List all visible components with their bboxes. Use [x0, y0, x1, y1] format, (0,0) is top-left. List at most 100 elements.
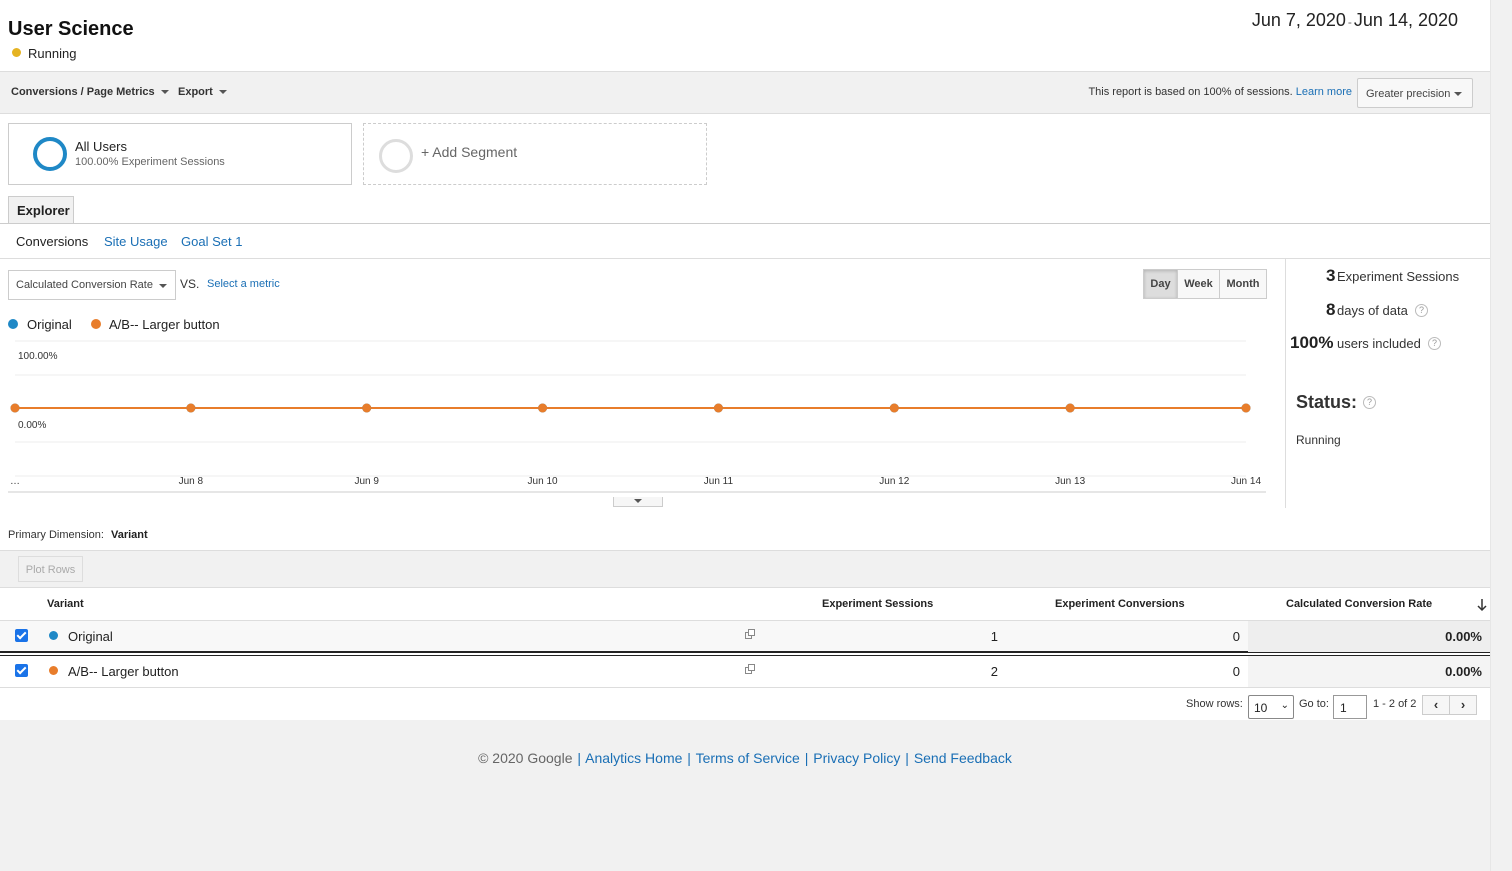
help-icon[interactable]: ? [1363, 396, 1376, 409]
data-point [538, 403, 548, 413]
x-tick-label: Jun 12 [879, 476, 909, 487]
days-count: 8 [1326, 300, 1336, 319]
sampling-note: This report is based on 100% of sessions… [1088, 86, 1352, 98]
open-in-new-icon[interactable] [745, 629, 756, 640]
conversion-rate-cell: 0.00% [1445, 629, 1482, 644]
copyright: © 2020 Google [478, 750, 573, 766]
x-tick-label: Jun 9 [354, 476, 379, 487]
subtab-goal-set-1[interactable]: Goal Set 1 [181, 234, 242, 249]
segment-all-users[interactable]: All Users 100.00% Experiment Sessions [8, 123, 352, 185]
date-start: Jun 7, 2020 [1251, 10, 1346, 30]
period-month-button[interactable]: Month [1219, 269, 1267, 299]
metric-select[interactable]: Calculated Conversion Rate [8, 270, 176, 300]
breadcrumb-label: Conversions / Page Metrics [11, 86, 155, 98]
chevron-right-icon: › [1460, 697, 1466, 712]
subtab-site-usage[interactable]: Site Usage [104, 234, 168, 249]
experiment-status: Running [28, 46, 77, 61]
series-dot-icon [49, 631, 58, 640]
stats-divider [1285, 258, 1286, 508]
users-included: 100% [1290, 333, 1334, 352]
data-point [713, 403, 723, 413]
show-rows-value: 10 [1254, 701, 1268, 715]
chevron-down-icon [218, 90, 227, 95]
segment-ring-icon [33, 137, 67, 171]
conversion-rate-cell: 0.00% [1445, 664, 1482, 679]
column-header-conversion-rate[interactable]: Calculated Conversion Rate [1286, 598, 1432, 610]
column-header-variant[interactable]: Variant [47, 598, 84, 610]
row-checkbox[interactable] [15, 629, 28, 642]
show-rows-label: Show rows: [1186, 698, 1243, 710]
column-header-conversions[interactable]: Experiment Conversions [1055, 598, 1185, 610]
goto-input[interactable]: 1 [1333, 695, 1367, 719]
report-toolbar: Conversions / Page Metrics Export This r… [0, 72, 1490, 114]
precision-select[interactable]: Greater precision [1357, 78, 1473, 108]
variant-name: Original [68, 629, 113, 644]
users-label: users included [1337, 336, 1421, 351]
x-tick-label: Jun 13 [1055, 476, 1085, 487]
table-row: A/B-- Larger button 2 0 0.00% [0, 655, 1490, 688]
data-point [186, 403, 196, 413]
period-day-button[interactable]: Day [1143, 269, 1178, 299]
conversions-cell: 0 [1232, 629, 1240, 644]
empty-segment-ring-icon [379, 139, 413, 173]
days-label: days of data [1337, 303, 1408, 318]
chart-collapse-toggle[interactable] [613, 497, 663, 507]
sessions-cell: 1 [990, 629, 998, 644]
tab-explorer[interactable]: Explorer [8, 196, 74, 224]
export-button[interactable]: Export [178, 86, 227, 98]
table-toolbar: Plot Rows [0, 550, 1490, 588]
legend-variant[interactable]: A/B-- Larger button [109, 317, 220, 332]
footer-link-analytics-home[interactable]: Analytics Home [585, 750, 682, 766]
footer: © 2020 Google | Analytics Home | Terms o… [478, 750, 1012, 766]
date-separator: - [1347, 15, 1352, 29]
next-page-button[interactable]: › [1449, 695, 1477, 715]
chevron-down-icon [160, 90, 169, 95]
footer-link-terms[interactable]: Terms of Service [696, 750, 800, 766]
add-segment-button[interactable]: + Add Segment [363, 123, 707, 185]
subtab-conversions[interactable]: Conversions [16, 234, 88, 249]
primary-dimension-variant[interactable]: Variant [111, 529, 148, 541]
page-range: 1 - 2 of 2 [1373, 698, 1417, 710]
chevron-left-icon: ‹ [1433, 697, 1439, 712]
chevron-down-icon [1454, 92, 1462, 96]
footer-link-feedback[interactable]: Send Feedback [914, 750, 1012, 766]
chevron-down-icon [159, 284, 167, 288]
open-in-new-icon[interactable] [745, 664, 756, 675]
subtab-divider [0, 258, 1490, 259]
column-header-sessions[interactable]: Experiment Sessions [822, 598, 933, 610]
sessions-label: Experiment Sessions [1337, 269, 1460, 284]
plot-rows-button[interactable]: Plot Rows [18, 556, 83, 582]
footer-link-privacy[interactable]: Privacy Policy [813, 750, 900, 766]
prev-page-button[interactable]: ‹ [1422, 695, 1450, 715]
segment-name: All Users [75, 139, 128, 154]
vs-label: VS. [180, 277, 200, 291]
row-checkbox[interactable] [15, 664, 28, 677]
x-tick-label: Jun 8 [179, 476, 204, 487]
variant-name: A/B-- Larger button [68, 664, 179, 679]
vertical-scrollbar[interactable] [1490, 0, 1512, 871]
breadcrumb-dropdown[interactable]: Conversions / Page Metrics [11, 86, 169, 98]
status-value: Running [1296, 433, 1341, 447]
series-dot-icon [49, 666, 58, 675]
status-dot-icon [12, 48, 21, 57]
show-rows-select[interactable]: 10 ⌄ [1248, 695, 1294, 719]
data-point [1241, 403, 1251, 413]
x-tick-label: Jun 10 [528, 476, 558, 487]
data-point [10, 403, 20, 413]
help-icon[interactable]: ? [1415, 304, 1428, 317]
data-point [1065, 403, 1075, 413]
sort-descending-icon[interactable] [1476, 598, 1488, 612]
date-end: Jun 14, 2020 [1353, 10, 1458, 30]
legend-original[interactable]: Original [27, 317, 72, 332]
select-metric-link[interactable]: Select a metric [207, 278, 280, 290]
x-tick-label: Jun 14 [1231, 476, 1261, 487]
export-label: Export [178, 86, 213, 98]
chevron-down-icon [634, 499, 642, 503]
segment-subtitle: 100.00% Experiment Sessions [75, 156, 225, 168]
report-header: User Science Running Jun 7, 2020- Jun 14,… [0, 0, 1490, 72]
metric-select-label: Calculated Conversion Rate [16, 279, 153, 291]
period-week-button[interactable]: Week [1177, 269, 1220, 299]
learn-more-link[interactable]: Learn more [1296, 86, 1352, 98]
date-range-picker[interactable]: Jun 7, 2020- Jun 14, 2020 [1252, 10, 1458, 31]
help-icon[interactable]: ? [1428, 337, 1441, 350]
